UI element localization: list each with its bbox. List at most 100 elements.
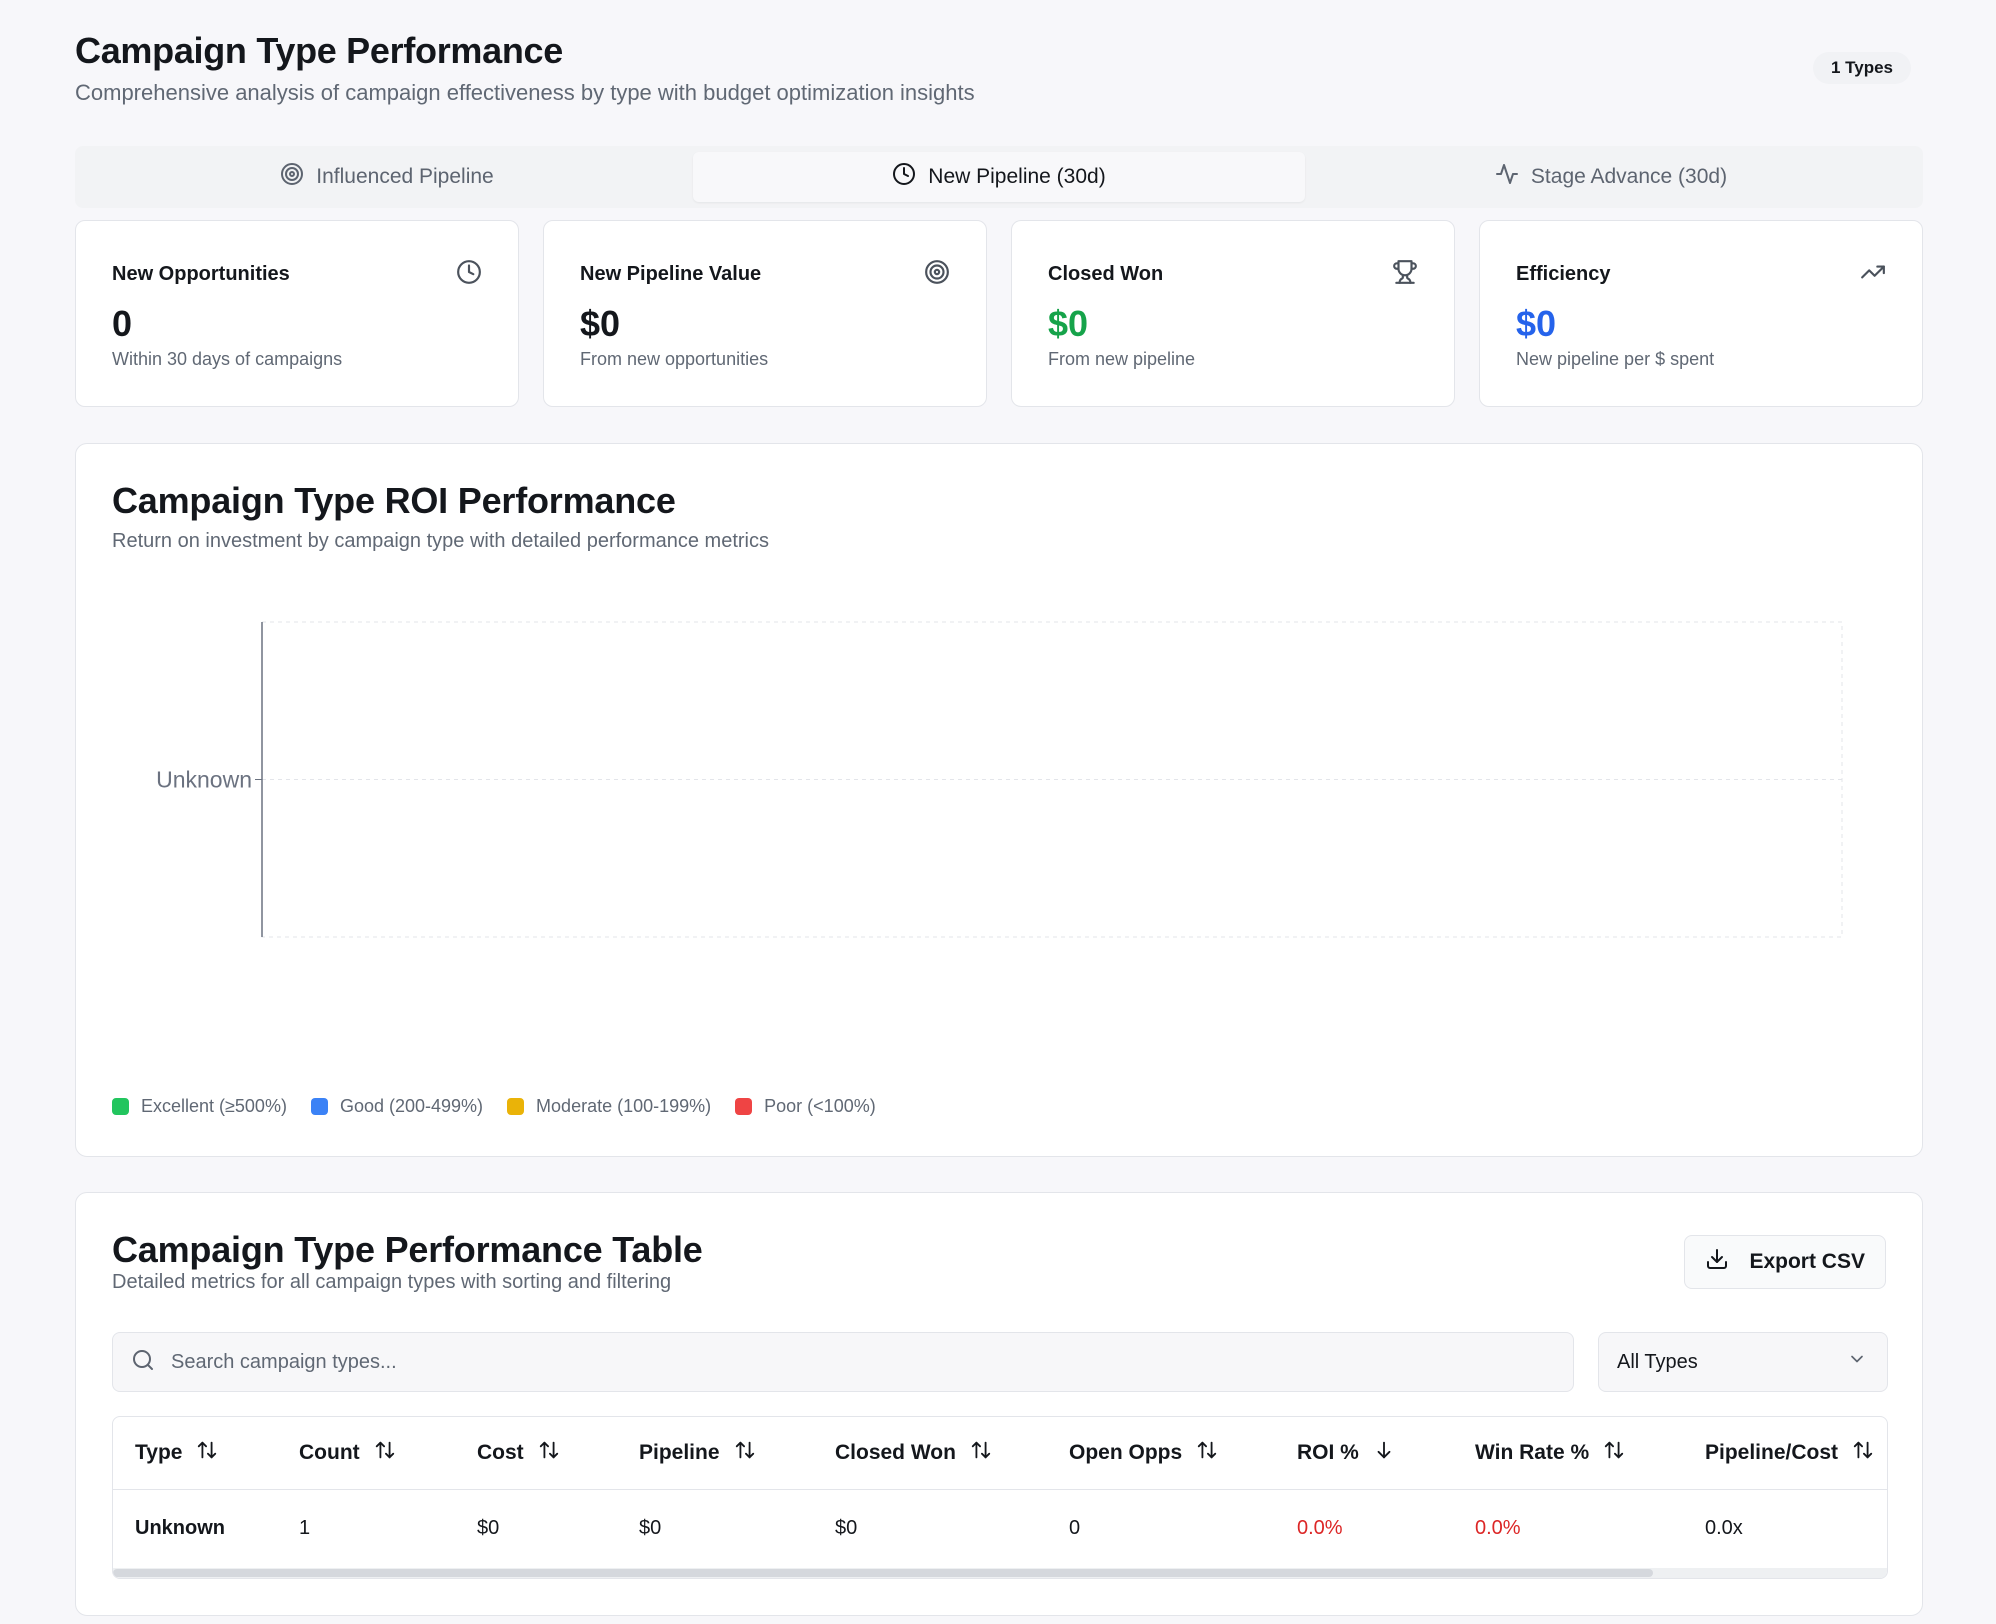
legend-label: Good (200-499%) — [339, 1096, 484, 1116]
types-count-badge: 1 Types — [1812, 52, 1911, 84]
tab-label: Influenced Pipeline — [316, 165, 494, 188]
page-title: Campaign Type Performance — [75, 30, 563, 71]
chart-legend: Excellent (≥500%) Good (200-499%) Modera… — [112, 1096, 876, 1117]
cell-pipeline: $0 — [639, 1516, 662, 1539]
column-label: ROI % — [1297, 1440, 1359, 1464]
kpi-card-new-opportunities: New Opportunities 0 Within 30 days of ca… — [75, 220, 519, 407]
roi-chart-panel: Campaign Type ROI Performance Return on … — [75, 443, 1923, 1157]
page: Campaign Type Performance Comprehensive … — [75, 0, 1923, 1616]
horizontal-scrollbar[interactable] — [113, 1568, 1887, 1578]
sort-icon — [1603, 1439, 1625, 1467]
performance-table-panel: Campaign Type Performance Table Detailed… — [75, 1192, 1923, 1616]
cell-cost: $0 — [477, 1516, 500, 1539]
export-csv-button[interactable]: Export CSV — [1684, 1235, 1886, 1289]
tab-influenced-pipeline[interactable]: Influenced Pipeline — [81, 152, 693, 202]
kpi-description: Within 30 days of campaigns — [112, 349, 343, 369]
y-tick-label: Unknown — [156, 767, 252, 793]
search-icon — [131, 1348, 155, 1377]
column-label: Count — [299, 1440, 360, 1464]
target-icon — [280, 162, 304, 192]
clock-icon — [892, 162, 916, 192]
column-label: Open Opps — [1069, 1440, 1183, 1464]
tab-label: Stage Advance (30d) — [1530, 165, 1728, 188]
legend-swatch — [112, 1098, 129, 1115]
search-box — [112, 1332, 1574, 1392]
sort-icon — [734, 1439, 756, 1467]
kpi-card-closed-won: Closed Won $0 From new pipeline — [1011, 220, 1455, 407]
page-subtitle: Comprehensive analysis of campaign effec… — [75, 80, 975, 105]
legend-swatch — [310, 1098, 328, 1115]
column-label: Win Rate % — [1475, 1440, 1590, 1464]
column-label: Pipeline — [639, 1440, 720, 1464]
pipeline-tabs: Influenced Pipeline New Pipeline (30d) S… — [75, 146, 1923, 208]
column-label: Closed Won — [835, 1440, 956, 1464]
sort-icon — [538, 1439, 560, 1467]
chart-y-axis: Unknown — [156, 622, 263, 937]
roi-bar-chart: Unknown — [156, 621, 1843, 938]
scrollbar-thumb[interactable] — [113, 1569, 1653, 1577]
legend-label: Excellent (≥500%) — [141, 1096, 287, 1116]
performance-table: Type Count Cost Pipeline Closed Won Open… — [113, 1417, 1887, 1567]
kpi-title: New Opportunities — [112, 263, 290, 285]
column-header-cost[interactable]: Cost — [455, 1417, 617, 1490]
sort-icon — [374, 1439, 396, 1467]
sort-icon — [196, 1439, 218, 1467]
plot-area-border — [261, 621, 1843, 938]
download-icon — [1705, 1247, 1729, 1277]
trophy-icon — [1392, 259, 1418, 285]
column-header-open-opps[interactable]: Open Opps — [1047, 1417, 1275, 1490]
activity-icon — [1495, 162, 1519, 192]
tab-new-pipeline[interactable]: New Pipeline (30d) — [693, 152, 1305, 202]
chart-grid — [261, 621, 1843, 938]
tab-label: New Pipeline (30d) — [928, 165, 1106, 188]
cell-roi: 0.0% — [1297, 1516, 1343, 1539]
kpi-value: $0 — [1048, 303, 1089, 344]
table-container: Type Count Cost Pipeline Closed Won Open… — [112, 1416, 1888, 1579]
kpi-value: $0 — [1516, 303, 1557, 344]
cell-open-opps: 0 — [1069, 1516, 1081, 1539]
chevron-down-icon — [1847, 1349, 1867, 1375]
type-filter-select[interactable]: All Types — [1598, 1332, 1888, 1392]
export-label: Export CSV — [1749, 1250, 1865, 1273]
tab-stage-advance[interactable]: Stage Advance (30d) — [1305, 152, 1917, 202]
kpi-card-efficiency: Efficiency $0 New pipeline per $ spent — [1479, 220, 1923, 407]
column-label: Type — [135, 1440, 183, 1464]
legend-item-moderate: Moderate (100-199%) — [507, 1096, 711, 1117]
table-subtitle: Detailed metrics for all campaign types … — [112, 1271, 672, 1293]
arrow-down-icon — [1373, 1439, 1395, 1467]
kpi-cards: New Opportunities 0 Within 30 days of ca… — [75, 220, 1923, 407]
kpi-description: From new pipeline — [1048, 349, 1196, 369]
column-header-type[interactable]: Type — [113, 1417, 277, 1490]
column-header-pipeline[interactable]: Pipeline — [617, 1417, 813, 1490]
trending-up-icon — [1860, 259, 1886, 285]
column-header-pipeline-cost[interactable]: Pipeline/Cost — [1683, 1417, 1887, 1490]
legend-item-poor: Poor (<100%) — [735, 1096, 876, 1117]
table-row[interactable]: Unknown 1 $0 $0 $0 0 0.0% 0.0% 0.0x — [113, 1489, 1887, 1567]
clock-icon — [456, 259, 482, 285]
column-label: Cost — [477, 1440, 524, 1464]
legend-label: Poor (<100%) — [764, 1096, 876, 1116]
column-header-closed-won[interactable]: Closed Won — [813, 1417, 1047, 1490]
cell-count: 1 — [299, 1516, 311, 1539]
legend-swatch — [735, 1098, 753, 1115]
column-header-roi[interactable]: ROI % — [1275, 1417, 1453, 1490]
legend-item-good: Good (200-499%) — [310, 1096, 484, 1117]
column-header-win-rate[interactable]: Win Rate % — [1453, 1417, 1683, 1490]
search-input[interactable] — [171, 1350, 1471, 1374]
kpi-value: 0 — [112, 303, 133, 344]
sort-icon — [970, 1439, 992, 1467]
column-header-count[interactable]: Count — [277, 1417, 455, 1490]
target-icon — [924, 259, 950, 285]
page-header: Campaign Type Performance Comprehensive … — [75, 0, 1923, 140]
legend-item-excellent: Excellent (≥500%) — [112, 1096, 287, 1117]
kpi-title: Closed Won — [1048, 263, 1164, 285]
column-label: Pipeline/Cost — [1705, 1440, 1839, 1464]
table-title: Campaign Type Performance Table — [112, 1229, 703, 1270]
cell-win-rate: 0.0% — [1475, 1516, 1521, 1539]
legend-label: Moderate (100-199%) — [536, 1096, 712, 1116]
kpi-title: Efficiency — [1516, 263, 1611, 285]
table-header-row: Type Count Cost Pipeline Closed Won Open… — [113, 1417, 1887, 1490]
kpi-description: New pipeline per $ spent — [1516, 349, 1715, 369]
kpi-title: New Pipeline Value — [580, 263, 762, 285]
select-value: All Types — [1617, 1350, 1698, 1373]
